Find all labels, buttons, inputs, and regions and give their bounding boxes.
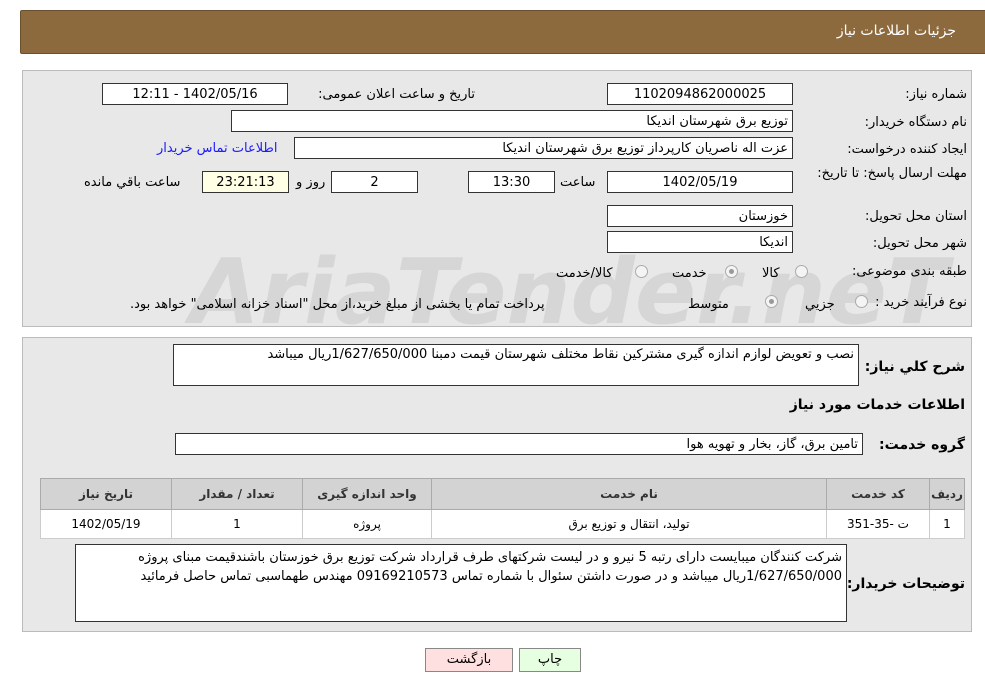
cell-date: 1402/05/19 (40, 509, 172, 539)
page-title: جزئیات اطلاعات نیاز (836, 23, 956, 39)
category-radio-goods[interactable] (795, 265, 808, 278)
category-option-service: خدمت (672, 266, 707, 281)
cell-row: 1 (929, 509, 965, 539)
col-header-qty: تعداد / مقدار (171, 478, 303, 510)
cell-code: ت -35-351 (826, 509, 930, 539)
cell-qty: 1 (171, 509, 303, 539)
category-radio-service[interactable] (725, 265, 738, 278)
creator-field: عزت اله ناصریان کارپرداز توزیع برق شهرست… (294, 137, 793, 159)
table-row: 1 ت -35-351 تولید، انتقال و توزیع برق پر… (40, 509, 965, 539)
buyer-org-label: نام دستگاه خریدار: (864, 115, 967, 130)
process-option-minor: جزیي (805, 297, 835, 312)
category-option-goods: کالا (762, 266, 780, 281)
deadline-date-field: 1402/05/19 (607, 171, 793, 193)
buyer-org-field: توزیع برق شهرستان اندیکا (231, 110, 793, 132)
summary-textarea[interactable]: نصب و تعویض لوازم اندازه گیری مشترکین نق… (173, 344, 859, 386)
buyer-notes-label: توضیحات خریدار: (846, 576, 965, 592)
col-header-name: نام خدمت (431, 478, 827, 510)
remaining-time-field: 23:21:13 (202, 171, 289, 193)
process-radio-minor[interactable] (855, 295, 868, 308)
services-table: ردیف کد خدمت نام خدمت واحد اندازه گیری ت… (40, 478, 965, 539)
deadline-time-field: 13:30 (468, 171, 555, 193)
remaining-label: ساعت باقي مانده (84, 175, 181, 190)
service-group-field: تامین برق، گاز، بخار و تهویه هوا (175, 433, 863, 455)
need-number-label: شماره نیاز: (905, 87, 967, 102)
print-button[interactable]: چاپ (519, 648, 581, 672)
need-info-panel (22, 70, 972, 327)
province-label: استان محل تحویل: (865, 209, 967, 224)
page-header: جزئیات اطلاعات نیاز (20, 10, 985, 54)
process-option-medium: متوسط (688, 297, 729, 312)
need-number-field: 1102094862000025 (607, 83, 793, 105)
col-header-date: تاریخ نیاز (40, 478, 172, 510)
days-label: روز و (296, 175, 326, 190)
col-header-unit: واحد اندازه گیری (302, 478, 432, 510)
buyer-notes-textarea[interactable]: شرکت کنندگان میبایست دارای رتبه 5 نیرو و… (75, 544, 847, 622)
col-header-code: کد خدمت (826, 478, 930, 510)
cell-name: تولید، انتقال و توزیع برق (431, 509, 827, 539)
col-header-row: ردیف (929, 478, 965, 510)
deadline-label: مهلت ارسال پاسخ: تا تاریخ: (817, 166, 967, 181)
process-radio-medium[interactable] (765, 295, 778, 308)
buyer-contact-link[interactable]: اطلاعات تماس خریدار (157, 141, 277, 156)
days-field: 2 (331, 171, 418, 193)
city-label: شهر محل تحویل: (872, 236, 967, 251)
category-radio-goods-service[interactable] (635, 265, 648, 278)
services-section-title: اطلاعات خدمات مورد نیاز (789, 397, 965, 413)
category-label: طبقه بندی موضوعی: (851, 264, 967, 279)
process-label: نوع فرآیند خرید : (875, 295, 967, 310)
creator-label: ایجاد کننده درخواست: (847, 142, 967, 157)
announce-field: 1402/05/16 - 12:11 (102, 83, 288, 105)
summary-label: شرح کلي نیاز: (864, 359, 965, 375)
process-note: پرداخت تمام یا بخشی از مبلغ خرید،از محل … (130, 297, 545, 312)
province-field: خوزستان (607, 205, 793, 227)
cell-unit: پروژه (302, 509, 432, 539)
city-field: اندیکا (607, 231, 793, 253)
category-option-goods-service: کالا/خدمت (556, 266, 613, 281)
service-group-label: گروه خدمت: (879, 437, 965, 453)
announce-label: تاریخ و ساعت اعلان عمومی: (318, 87, 475, 102)
time-label: ساعت (560, 175, 596, 190)
back-button[interactable]: بازگشت (425, 648, 513, 672)
